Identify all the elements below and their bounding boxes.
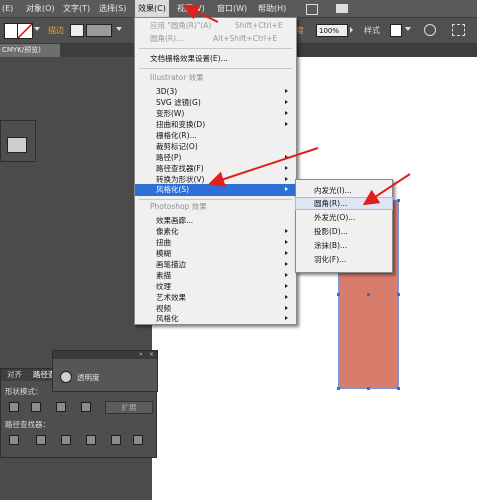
annotation-arrows: [182, 4, 411, 206]
arrow-to-round-corners: [362, 173, 411, 206]
arrow-to-effect-menu: [182, 4, 219, 23]
arrow-to-stylize: [208, 147, 319, 187]
watermark-logo: Bai 经验: [415, 475, 469, 490]
